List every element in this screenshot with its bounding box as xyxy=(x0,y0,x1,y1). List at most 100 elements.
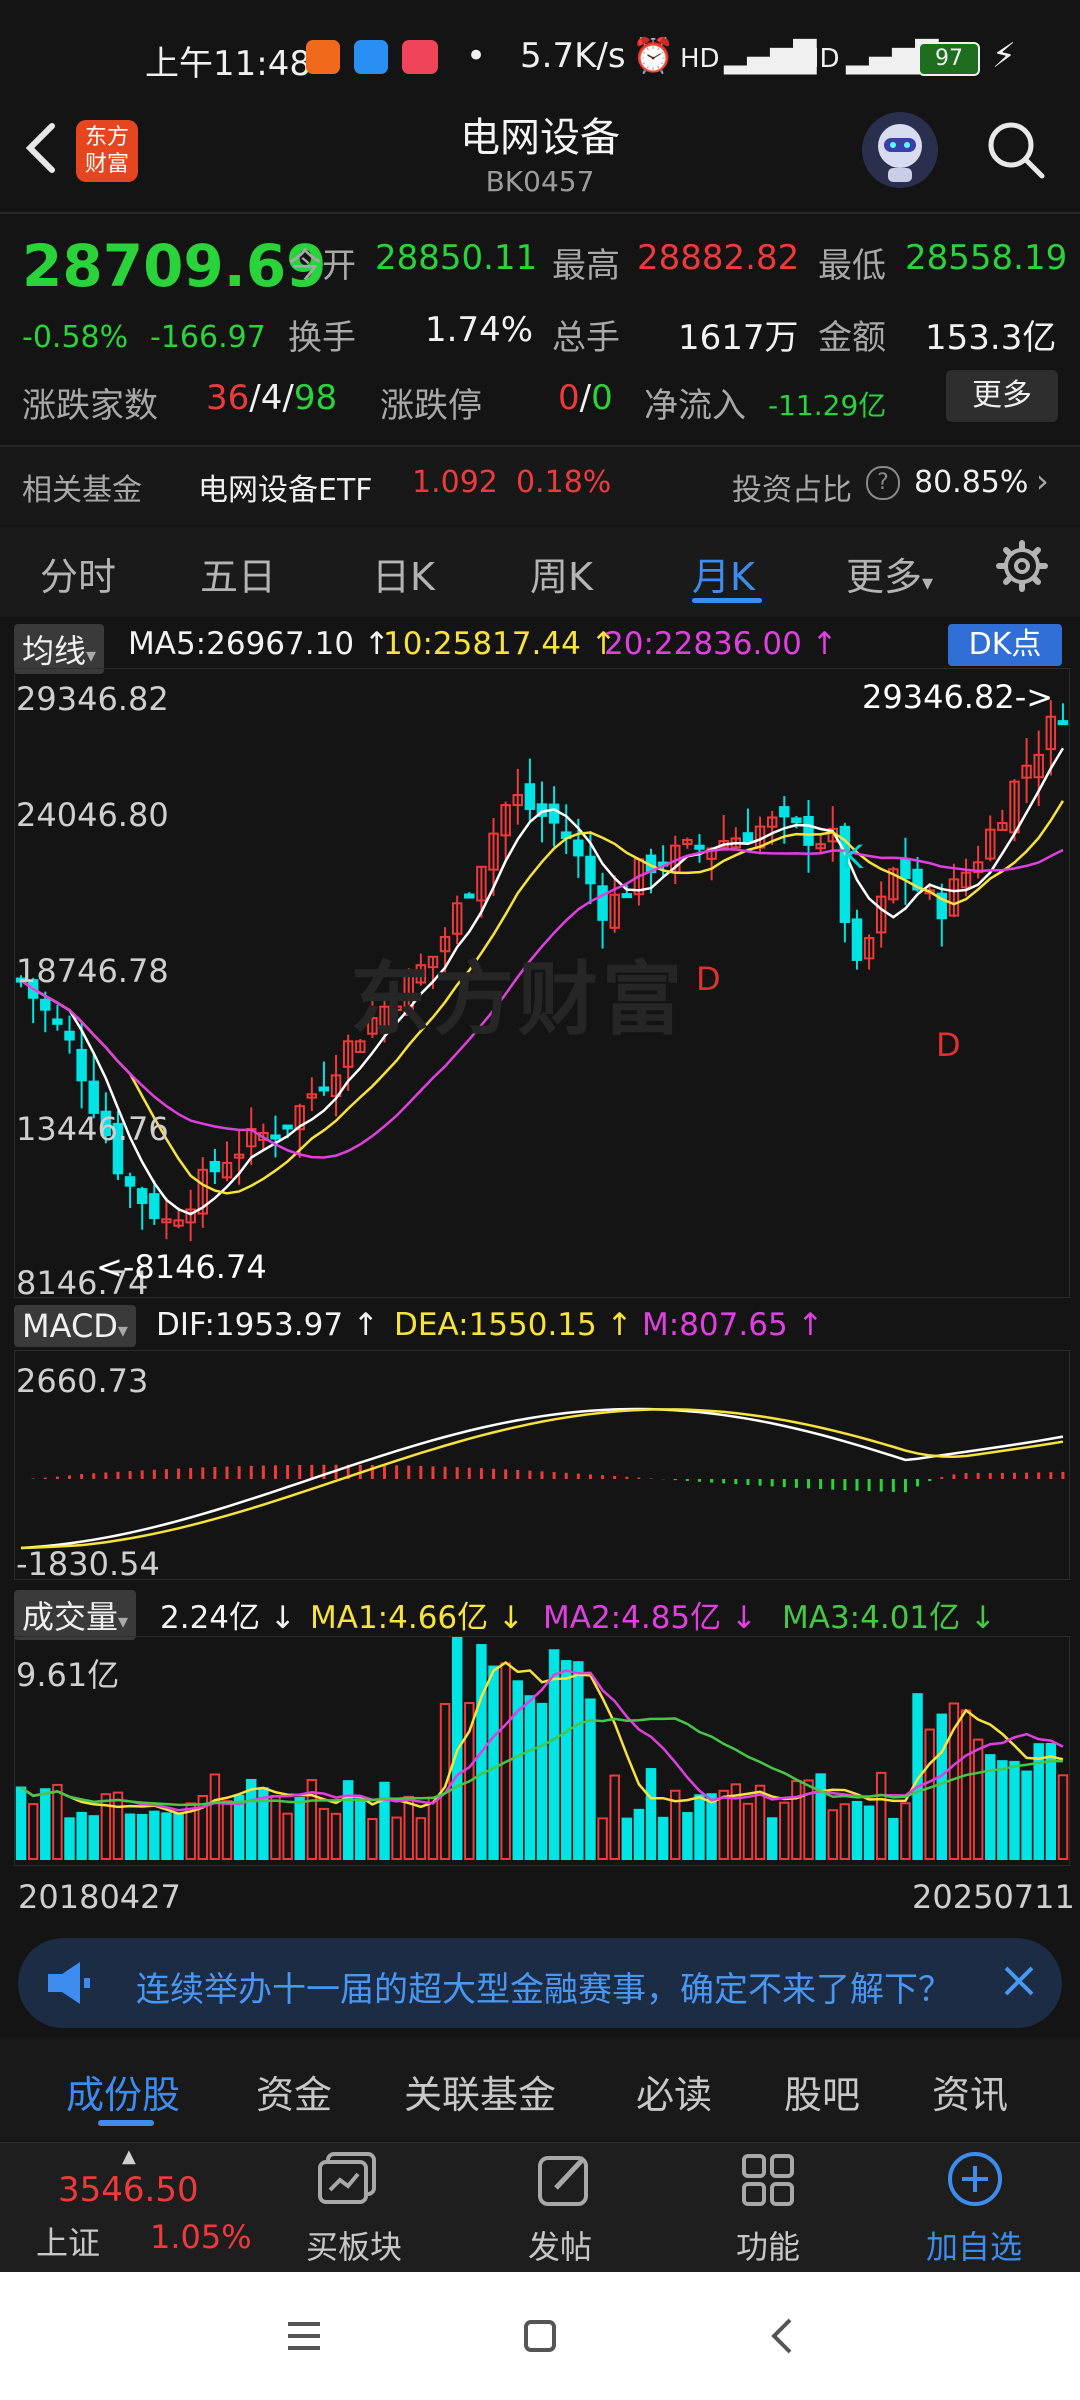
charging-icon: ⚡ xyxy=(992,36,1016,76)
candle-body xyxy=(88,1080,99,1114)
vol-ma3-legend: MA3:4.01亿 ↓ xyxy=(782,1600,996,1636)
buy-sector-icon xyxy=(316,2150,384,2214)
tab-five-day[interactable]: 五日 xyxy=(200,546,276,601)
gear-icon xyxy=(996,540,1048,592)
tab-forum[interactable]: 股吧 xyxy=(784,2064,860,2119)
post-icon xyxy=(534,2150,594,2214)
ma-selector[interactable]: 均线▾ xyxy=(14,624,105,674)
candle-body xyxy=(124,1176,136,1187)
more-button[interactable]: 更多 xyxy=(946,370,1058,422)
assistant-avatar[interactable] xyxy=(862,112,938,188)
home-nav-button[interactable] xyxy=(522,2318,558,2358)
volume-bar xyxy=(221,1800,233,1860)
banner-text: 连续举办十一届的超大型金融赛事，确定不来了解下？ xyxy=(136,1970,952,2010)
volume-bar xyxy=(524,1695,536,1860)
volume-chart[interactable] xyxy=(14,1633,1070,1866)
y-label-2: 24046.80 xyxy=(16,796,169,834)
ma10-legend: 10:25817.44 ↑ xyxy=(383,626,617,662)
mi-app-icon xyxy=(306,40,340,74)
tab-intraday[interactable]: 分时 xyxy=(40,546,116,601)
candle-body xyxy=(573,839,584,857)
tab-related-funds[interactable]: 关联基金 xyxy=(404,2064,556,2119)
tab-news[interactable]: 资讯 xyxy=(932,2064,1008,2119)
dropdown-icon: ▾ xyxy=(117,1318,128,1342)
close-banner-button[interactable] xyxy=(996,1958,1042,2008)
back-nav-button[interactable] xyxy=(764,2316,800,2360)
dropdown-icon: ▾ xyxy=(922,571,934,596)
volume-bar xyxy=(645,1768,657,1860)
watermark: 东方财富 xyxy=(350,953,686,1046)
last-price: 28709.69 xyxy=(22,232,327,300)
tab-monthly-k[interactable]: 月K xyxy=(692,546,755,601)
candle-body xyxy=(149,1193,160,1220)
volume-bar xyxy=(318,1807,330,1860)
vol-ma2-legend: MA2:4.85亿 ↓ xyxy=(543,1600,757,1636)
volume-bar xyxy=(900,1802,911,1861)
back-nav-icon xyxy=(771,2318,792,2354)
volume-bar xyxy=(282,1812,293,1861)
down-count: 98 xyxy=(293,378,338,418)
limit-down: 0 xyxy=(591,378,613,418)
macd-selector[interactable]: MACD▾ xyxy=(14,1305,136,1347)
tab-more[interactable]: 更多▾ xyxy=(846,546,933,601)
alarm-icon: ⏰ xyxy=(632,36,675,76)
candle-body xyxy=(52,1018,63,1025)
turnover-label: 换手 xyxy=(288,318,356,358)
volume-bar xyxy=(536,1702,548,1860)
volume-bar xyxy=(875,1771,887,1861)
dropdown-icon: ▾ xyxy=(118,1609,129,1633)
candle-body xyxy=(694,844,705,850)
tab-daily-k[interactable]: 日K xyxy=(372,546,435,601)
add-watchlist-button[interactable]: 加自选 xyxy=(926,2222,1022,2268)
tab-constituents[interactable]: 成份股 xyxy=(66,2064,180,2119)
up-count: 36 xyxy=(206,378,250,418)
breadth-label: 涨跌家数 xyxy=(22,386,158,426)
td-signal-d2: D xyxy=(936,1026,961,1064)
volume-bar xyxy=(415,1817,427,1860)
tab-weekly-k[interactable]: 周K xyxy=(530,546,593,601)
volume-bar xyxy=(124,1813,136,1861)
volume-bar xyxy=(706,1793,717,1860)
chart-settings-button[interactable] xyxy=(996,540,1048,596)
buy-sector-button[interactable]: 买板块 xyxy=(306,2222,402,2268)
volume-bar xyxy=(851,1800,863,1860)
volume-value: 1617万 xyxy=(678,318,799,358)
index-percent: 1.05% xyxy=(150,2218,252,2256)
end-date-label: 20250711 xyxy=(912,1878,1075,1916)
app-notification-icon xyxy=(354,40,388,74)
high-label: 最高 xyxy=(552,246,620,286)
promo-banner[interactable]: 连续举办十一届的超大型金融赛事，确定不来了解下？ xyxy=(18,1938,1062,2028)
candle-body xyxy=(464,893,475,899)
volume-bar xyxy=(367,1817,378,1861)
index-value[interactable]: 3546.50 xyxy=(58,2170,199,2210)
search-button[interactable] xyxy=(984,118,1048,186)
volume-bar xyxy=(1057,1774,1069,1860)
volume-bar xyxy=(427,1796,439,1860)
menu-nav-button[interactable] xyxy=(286,2318,322,2358)
dk-point-button[interactable]: DK点 xyxy=(948,624,1062,666)
volume-selector[interactable]: 成交量▾ xyxy=(14,1590,137,1640)
limit-label: 涨跌停 xyxy=(380,386,482,426)
candle-body xyxy=(1057,720,1069,726)
volume-bar xyxy=(548,1649,560,1860)
volume-bar xyxy=(209,1773,221,1860)
candle-body xyxy=(209,1160,221,1173)
search-icon xyxy=(988,122,1045,179)
tab-funds[interactable]: 资金 xyxy=(256,2064,332,2119)
tab-must-read[interactable]: 必读 xyxy=(636,2064,712,2119)
candle-body xyxy=(64,1030,75,1041)
volume-bar xyxy=(573,1661,584,1860)
ma5-legend: MA5:26967.10 ↑ xyxy=(128,626,390,662)
battery-icon: 97 xyxy=(918,42,980,76)
volume-bar xyxy=(815,1773,826,1860)
macd-chart[interactable] xyxy=(14,1350,1070,1580)
robot-icon xyxy=(878,124,922,182)
active-tab-indicator xyxy=(692,598,762,603)
volume-legend: 2.24亿 ↓ xyxy=(160,1600,296,1636)
volume-bar xyxy=(136,1813,148,1860)
volume-bar xyxy=(694,1794,705,1860)
post-button[interactable]: 发帖 xyxy=(528,2222,592,2268)
functions-button[interactable]: 功能 xyxy=(736,2222,800,2268)
m-legend: M:807.65 ↑ xyxy=(642,1307,824,1343)
help-icon[interactable]: ? xyxy=(866,466,900,500)
